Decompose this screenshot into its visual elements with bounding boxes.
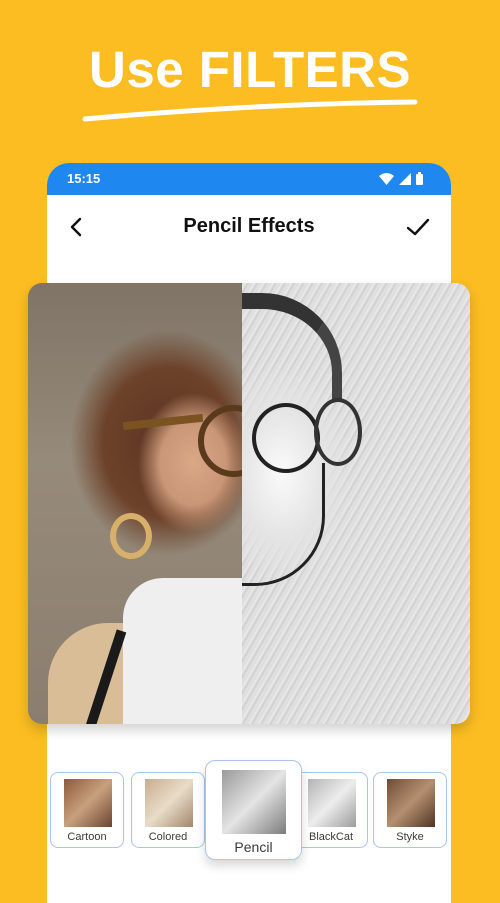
status-icons <box>379 172 423 185</box>
filter-label: BlackCat <box>308 831 354 843</box>
filter-colored[interactable]: Colored <box>131 772 205 848</box>
page-title: Pencil Effects <box>183 215 315 237</box>
app-bar: Pencil Effects <box>47 195 451 265</box>
filter-thumbnail <box>387 779 435 827</box>
filter-label: Colored <box>148 831 188 843</box>
sketch-jaw-shape <box>242 463 325 586</box>
glasses-arm-shape <box>122 413 204 431</box>
filter-label: Styke <box>396 831 424 843</box>
filter-strip: Cartoon Colored BlackCat Styke Pencil <box>50 760 450 865</box>
filter-label: Cartoon <box>67 831 107 843</box>
wifi-icon <box>379 172 394 185</box>
promo-headline: Use FILTERS <box>89 41 411 98</box>
filter-thumbnail <box>64 779 112 827</box>
preview-image[interactable] <box>28 283 470 724</box>
filter-cartoon[interactable]: Cartoon <box>50 772 124 848</box>
signal-icon <box>399 172 411 185</box>
filter-styke[interactable]: Styke <box>373 772 447 848</box>
filter-thumbnail <box>222 770 286 834</box>
collar-shape <box>123 578 253 724</box>
filter-thumbnail <box>308 779 356 827</box>
earring-shape <box>110 513 152 559</box>
filter-label: Pencil <box>234 839 273 855</box>
pencil-sketch-half <box>242 283 470 724</box>
battery-icon <box>416 172 423 185</box>
sketch-glasses-shape-2 <box>314 398 362 466</box>
confirm-button[interactable] <box>405 215 431 239</box>
status-bar: 15:15 <box>47 163 451 195</box>
filter-thumbnail <box>145 779 193 827</box>
filter-blackcat[interactable]: BlackCat <box>294 772 368 848</box>
headline-underline <box>82 99 418 122</box>
sketch-hair-shape <box>242 293 342 399</box>
filter-pencil-selected[interactable]: Pencil <box>205 760 302 860</box>
original-photo-half <box>28 283 270 724</box>
status-time: 15:15 <box>67 171 101 186</box>
